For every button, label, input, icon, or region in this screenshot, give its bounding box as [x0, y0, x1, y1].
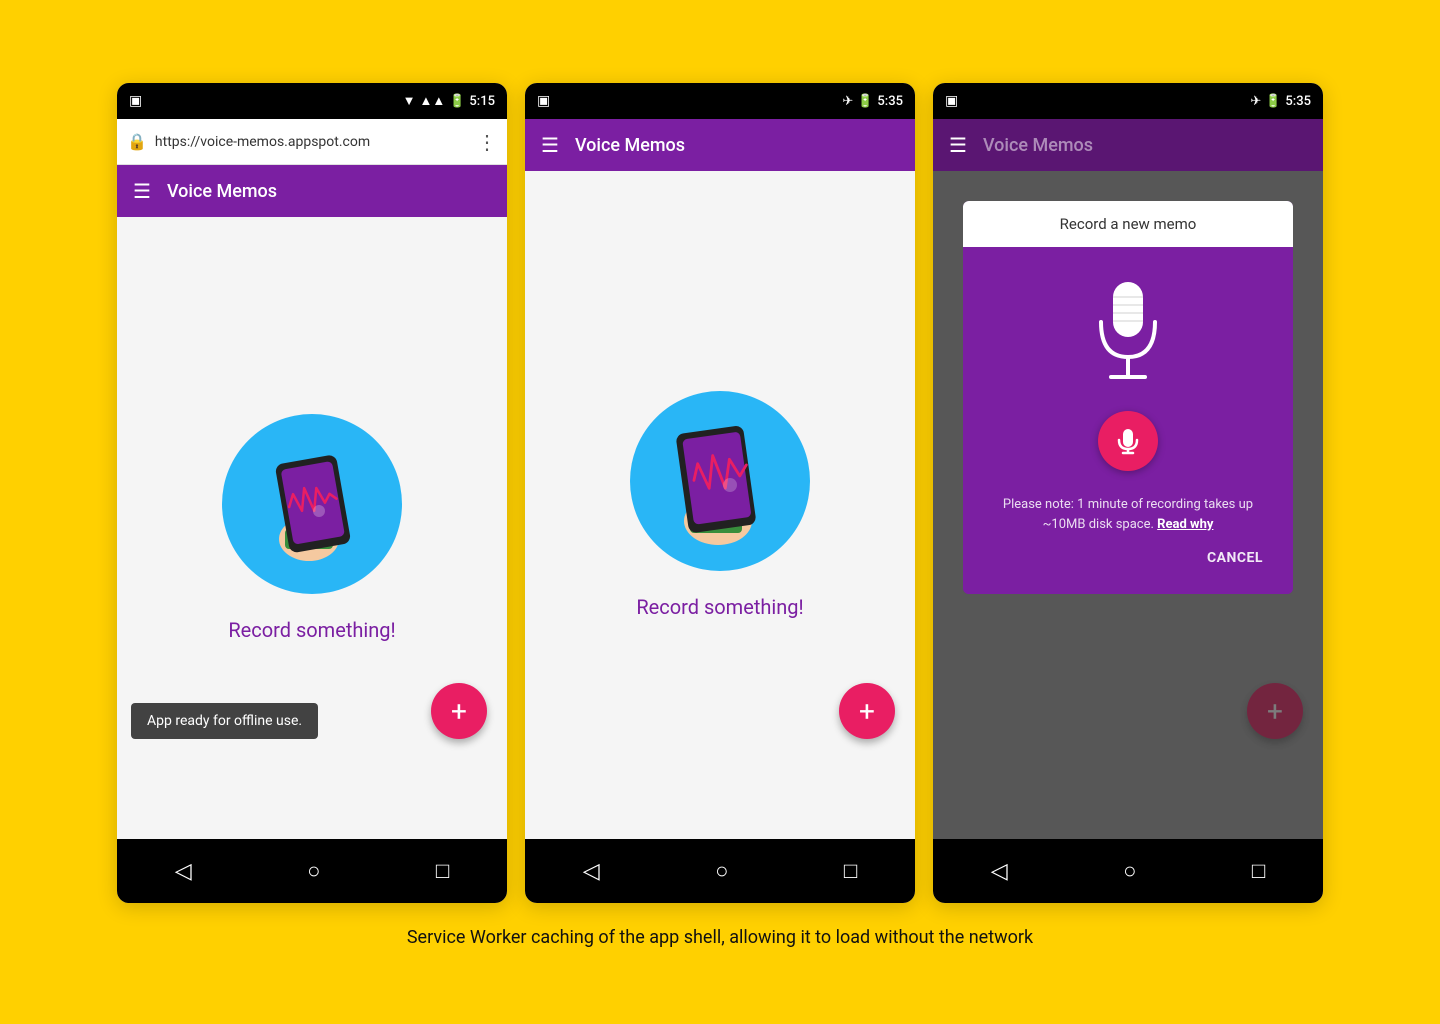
record-dialog: Record a new memo: [963, 201, 1293, 594]
mic-illustration: [1083, 277, 1173, 391]
fab-1[interactable]: +: [431, 683, 487, 739]
dialog-body: Please note: 1 minute of recording takes…: [963, 247, 1293, 594]
phone-1: ▣ ▼ ▲▲ 🔋 5:15 🔒 https://voice-memos.apps…: [117, 83, 507, 903]
dialog-title: Record a new memo: [963, 201, 1293, 247]
bottom-nav-1: ◁ ○ □: [117, 839, 507, 903]
home-btn-1[interactable]: ○: [307, 858, 320, 884]
phone-illust-1: [222, 414, 402, 594]
app-bar-3: ☰ Voice Memos: [933, 119, 1323, 171]
back-btn-2[interactable]: ◁: [583, 859, 600, 884]
device-icon-1: ▣: [129, 93, 142, 109]
more-icon[interactable]: ⋮: [477, 130, 497, 154]
caption: Service Worker caching of the app shell,…: [407, 925, 1033, 950]
url-bar[interactable]: https://voice-memos.appspot.com: [155, 134, 469, 150]
snackbar-1: App ready for offline use.: [131, 703, 318, 739]
phones-container: ▣ ▼ ▲▲ 🔋 5:15 🔒 https://voice-memos.apps…: [117, 83, 1323, 903]
home-btn-3[interactable]: ○: [1123, 858, 1136, 884]
status-bar-3: ▣ ✈ 🔋 5:35: [933, 83, 1323, 119]
battery-icon-2: 🔋: [857, 94, 873, 109]
mic-record-btn[interactable]: [1098, 411, 1158, 471]
back-btn-1[interactable]: ◁: [175, 859, 192, 884]
battery-icon-3: 🔋: [1265, 94, 1281, 109]
record-text-2: Record something!: [636, 595, 803, 619]
status-icons-1: ▼ ▲▲ 🔋 5:15: [403, 93, 495, 109]
mic-svg: [1083, 277, 1173, 387]
phone-illust-svg-1: [257, 439, 367, 569]
hamburger-menu-1[interactable]: ☰: [133, 179, 151, 203]
circle-illustration-2: [630, 391, 810, 571]
dialog-note: Please note: 1 minute of recording takes…: [983, 495, 1273, 534]
read-why-link[interactable]: Read why: [1157, 517, 1213, 532]
recents-btn-3[interactable]: □: [1252, 858, 1265, 884]
time-2: 5:35: [877, 94, 903, 109]
time-1: 5:15: [469, 94, 495, 109]
dialog-cancel-btn[interactable]: CANCEL: [983, 550, 1273, 574]
mic-small-icon: [1114, 427, 1142, 455]
status-bar-1: ▣ ▼ ▲▲ 🔋 5:15: [117, 83, 507, 119]
hamburger-menu-3[interactable]: ☰: [949, 133, 967, 157]
wifi-icon: ▼: [403, 93, 416, 109]
lock-icon: 🔒: [127, 132, 147, 151]
phone-3: ▣ ✈ 🔋 5:35 ☰ Voice Memos Record a new me…: [933, 83, 1323, 903]
circle-illustration-1: [222, 414, 402, 594]
battery-icon: 🔋: [449, 94, 465, 109]
back-btn-3[interactable]: ◁: [991, 859, 1008, 884]
app-title-1: Voice Memos: [167, 181, 277, 202]
app-content-3: Record a new memo: [933, 171, 1323, 839]
app-title-2: Voice Memos: [575, 135, 685, 156]
device-icon-2: ▣: [537, 93, 550, 109]
airplane-icon: ✈: [842, 94, 853, 109]
fab-2[interactable]: +: [839, 683, 895, 739]
app-content-1: Record something! App ready for offline …: [117, 217, 507, 839]
airplane-icon-3: ✈: [1250, 94, 1261, 109]
recents-btn-2[interactable]: □: [844, 858, 857, 884]
phone-illust-svg-2: [660, 411, 780, 551]
phone-2: ▣ ✈ 🔋 5:35 ☰ Voice Memos: [525, 83, 915, 903]
browser-bar: 🔒 https://voice-memos.appspot.com ⋮: [117, 119, 507, 165]
bottom-nav-3: ◁ ○ □: [933, 839, 1323, 903]
app-content-2: Record something! +: [525, 171, 915, 839]
app-title-3: Voice Memos: [983, 135, 1093, 156]
dialog-overlay: Record a new memo: [933, 171, 1323, 839]
home-btn-2[interactable]: ○: [715, 858, 728, 884]
status-icons-3: ✈ 🔋 5:35: [1250, 94, 1311, 109]
recents-btn-1[interactable]: □: [436, 858, 449, 884]
app-bar-1: ☰ Voice Memos: [117, 165, 507, 217]
record-text-1: Record something!: [228, 618, 395, 642]
signal-icon: ▲▲: [419, 93, 445, 109]
phone-illust-2: [630, 391, 810, 571]
app-bar-2: ☰ Voice Memos: [525, 119, 915, 171]
device-icon-3: ▣: [945, 93, 958, 109]
time-3: 5:35: [1285, 94, 1311, 109]
bottom-nav-2: ◁ ○ □: [525, 839, 915, 903]
hamburger-menu-2[interactable]: ☰: [541, 133, 559, 157]
status-icons-2: ✈ 🔋 5:35: [842, 94, 903, 109]
status-bar-2: ▣ ✈ 🔋 5:35: [525, 83, 915, 119]
